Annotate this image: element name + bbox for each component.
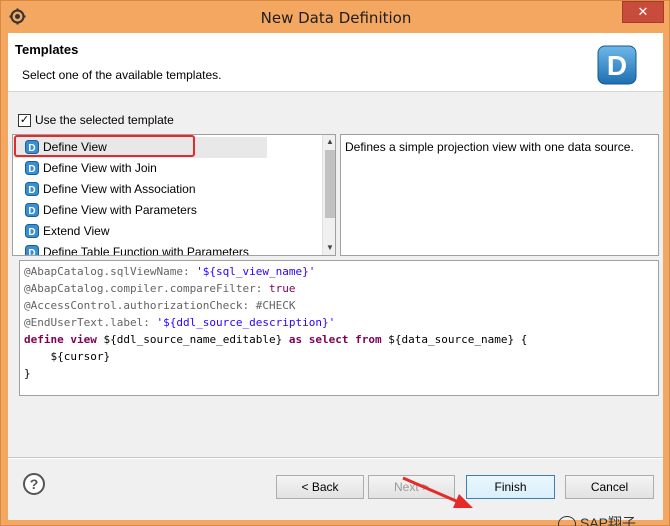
- window-title: New Data Definition: [260, 9, 412, 27]
- code-string: '${ddl_source_description}': [156, 316, 336, 329]
- cancel-button[interactable]: Cancel: [565, 475, 654, 499]
- red-arrow-annotation-icon: [402, 476, 473, 508]
- svg-text:D: D: [28, 185, 35, 196]
- list-item-label: Define View with Join: [43, 161, 157, 175]
- svg-text:D: D: [28, 227, 35, 238]
- ddl-template-icon: D: [25, 245, 39, 256]
- dialog-window: New Data Definition ✕ Templates Select o…: [0, 0, 670, 526]
- scroll-down-arrow-icon[interactable]: ▼: [323, 241, 335, 255]
- code-string: '${sql_view_name}': [196, 265, 316, 278]
- use-template-checkbox[interactable]: ✓: [18, 114, 31, 127]
- list-item-label: Define View with Parameters: [43, 203, 197, 217]
- scroll-up-arrow-icon[interactable]: ▲: [323, 135, 335, 149]
- template-description: Defines a simple projection view with on…: [340, 134, 659, 256]
- svg-text:D: D: [28, 248, 35, 256]
- svg-text:D: D: [28, 206, 35, 217]
- template-preview-code: @AbapCatalog.sqlViewName: '${sql_view_na…: [19, 260, 659, 396]
- svg-text:D: D: [28, 164, 35, 175]
- use-template-label[interactable]: Use the selected template: [35, 113, 174, 127]
- title-bar[interactable]: New Data Definition ✕: [1, 1, 670, 33]
- code-keyword: true: [269, 282, 296, 295]
- wechat-icon: [558, 516, 576, 526]
- code-variable: ${ddl_source_name_editable}: [103, 333, 289, 346]
- back-button[interactable]: < Back: [276, 475, 364, 499]
- close-button[interactable]: ✕: [622, 1, 664, 23]
- red-highlight-annotation: [14, 135, 195, 157]
- code-annotation: @AbapCatalog.sqlViewName:: [24, 265, 197, 278]
- code-value: #CHECK: [255, 299, 296, 312]
- ddl-template-icon: D: [25, 161, 39, 175]
- watermark: SAP翔子: [558, 513, 636, 526]
- list-item-label: Extend View: [43, 224, 110, 238]
- footer-divider-highlight: [8, 458, 663, 459]
- code-annotation: @AccessControl.authorizationCheck:: [24, 299, 256, 312]
- code-variable: ${data_source_name} {: [388, 333, 528, 346]
- ddl-template-icon: D: [25, 182, 39, 196]
- dialog-client: Templates Select one of the available te…: [8, 33, 663, 526]
- page-description: Select one of the available templates.: [22, 68, 222, 82]
- list-item-label: Define Table Function with Parameters: [43, 245, 249, 256]
- watermark-text: SAP翔子: [580, 515, 637, 526]
- page-title: Templates: [15, 42, 79, 57]
- wizard-header: Templates Select one of the available te…: [8, 33, 663, 92]
- help-icon[interactable]: ?: [23, 473, 45, 495]
- data-definition-logo-icon: D: [597, 45, 637, 85]
- ddl-template-icon: D: [25, 224, 39, 238]
- scroll-thumb[interactable]: [325, 150, 335, 218]
- code-annotation: @EndUserText.label:: [24, 316, 157, 329]
- template-list-scrollbar[interactable]: ▲ ▼: [322, 135, 335, 255]
- code-closing-brace: }: [24, 367, 31, 380]
- logo-letter: D: [607, 50, 627, 81]
- code-cursor-placeholder: ${cursor}: [24, 350, 111, 363]
- list-item-label: Define View with Association: [43, 182, 196, 196]
- code-keyword: as select from: [288, 333, 389, 346]
- ddl-template-icon: D: [25, 203, 39, 217]
- code-keyword: define view: [24, 333, 104, 346]
- code-annotation: @AbapCatalog.compiler.compareFilter:: [24, 282, 270, 295]
